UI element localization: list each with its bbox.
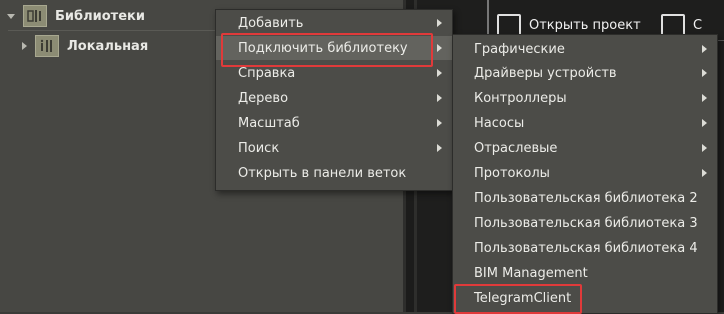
library-submenu: Графические Драйверы устройств Контролле… <box>452 34 718 314</box>
save-label: С <box>693 17 703 33</box>
submenu-arrow-icon <box>702 119 707 127</box>
menu-item-connect-library[interactable]: Подключить библиотеку <box>216 36 452 60</box>
collapse-arrow-icon[interactable] <box>22 42 27 50</box>
submenu-item-pumps[interactable]: Насосы <box>453 111 717 135</box>
tree-node-local[interactable]: Локальная <box>0 34 230 58</box>
menu-item-label: Справка <box>238 65 296 81</box>
menu-item-label: Добавить <box>238 15 304 31</box>
menu-item-search[interactable]: Поиск <box>216 136 452 160</box>
menu-item-label: Пользовательская библиотека 2 <box>474 190 698 206</box>
submenu-arrow-icon <box>702 144 707 152</box>
submenu-item-device-drivers[interactable]: Драйверы устройств <box>453 61 717 85</box>
submenu-arrow-icon <box>702 69 707 77</box>
expand-arrow-icon[interactable] <box>7 13 15 19</box>
menu-item-zoom[interactable]: Масштаб <box>216 111 452 135</box>
menu-item-label: Подключить библиотеку <box>238 40 408 56</box>
menu-item-help[interactable]: Справка <box>216 61 452 85</box>
save-icon <box>661 14 685 36</box>
submenu-item-industry[interactable]: Отраслевые <box>453 136 717 160</box>
menu-item-label: Контроллеры <box>474 90 567 106</box>
menu-item-label: Графические <box>474 41 565 57</box>
submenu-item-bim-management[interactable]: BIM Management <box>453 261 717 285</box>
submenu-arrow-icon <box>437 69 442 77</box>
submenu-item-user-library-2[interactable]: Пользовательская библиотека 2 <box>453 186 717 210</box>
menu-item-label: Драйверы устройств <box>474 65 617 81</box>
submenu-arrow-icon <box>437 144 442 152</box>
menu-item-label: Протоколы <box>474 165 550 181</box>
submenu-item-protocols[interactable]: Протоколы <box>453 161 717 185</box>
menu-item-label: Пользовательская библиотека 4 <box>474 240 698 256</box>
menu-item-open-in-branch-panel[interactable]: Открыть в панели веток <box>216 161 452 185</box>
menu-item-label: BIM Management <box>474 265 588 281</box>
folder-icon <box>497 14 521 36</box>
menu-item-label: Пользовательская библиотека 3 <box>474 215 698 231</box>
menu-item-tree[interactable]: Дерево <box>216 86 452 110</box>
tree-node-label: Библиотеки <box>55 8 145 24</box>
menu-item-label: Масштаб <box>238 115 300 131</box>
submenu-item-user-library-3[interactable]: Пользовательская библиотека 3 <box>453 211 717 235</box>
library-icon <box>23 5 47 27</box>
submenu-arrow-icon <box>437 19 442 27</box>
submenu-arrow-icon <box>437 44 442 52</box>
menu-item-label: Открыть в панели веток <box>238 165 407 181</box>
tree-node-label: Локальная <box>67 38 149 54</box>
submenu-arrow-icon <box>702 169 707 177</box>
submenu-item-telegram-client[interactable]: TelegramClient <box>453 286 717 310</box>
menu-item-label: Поиск <box>238 140 280 156</box>
submenu-arrow-icon <box>702 45 707 53</box>
menu-item-label: Насосы <box>474 115 525 131</box>
menu-item-add[interactable]: Добавить <box>216 11 452 35</box>
submenu-arrow-icon <box>437 94 442 102</box>
submenu-item-user-library-4[interactable]: Пользовательская библиотека 4 <box>453 236 717 260</box>
context-menu: Добавить Подключить библиотеку Справка Д… <box>215 9 453 191</box>
submenu-item-graphic[interactable]: Графические <box>453 37 717 61</box>
submenu-item-controllers[interactable]: Контроллеры <box>453 86 717 110</box>
library-icon <box>35 35 59 57</box>
submenu-arrow-icon <box>702 94 707 102</box>
open-project-label: Открыть проект <box>529 17 641 33</box>
open-project-button[interactable]: Открыть проект <box>497 14 641 36</box>
menu-item-label: TelegramClient <box>474 290 572 306</box>
submenu-arrow-icon <box>437 119 442 127</box>
menu-item-label: Отраслевые <box>474 140 558 156</box>
menu-item-label: Дерево <box>238 90 289 106</box>
save-button[interactable]: С <box>661 14 702 36</box>
tree-node-libraries[interactable]: Библиотеки <box>0 4 240 28</box>
